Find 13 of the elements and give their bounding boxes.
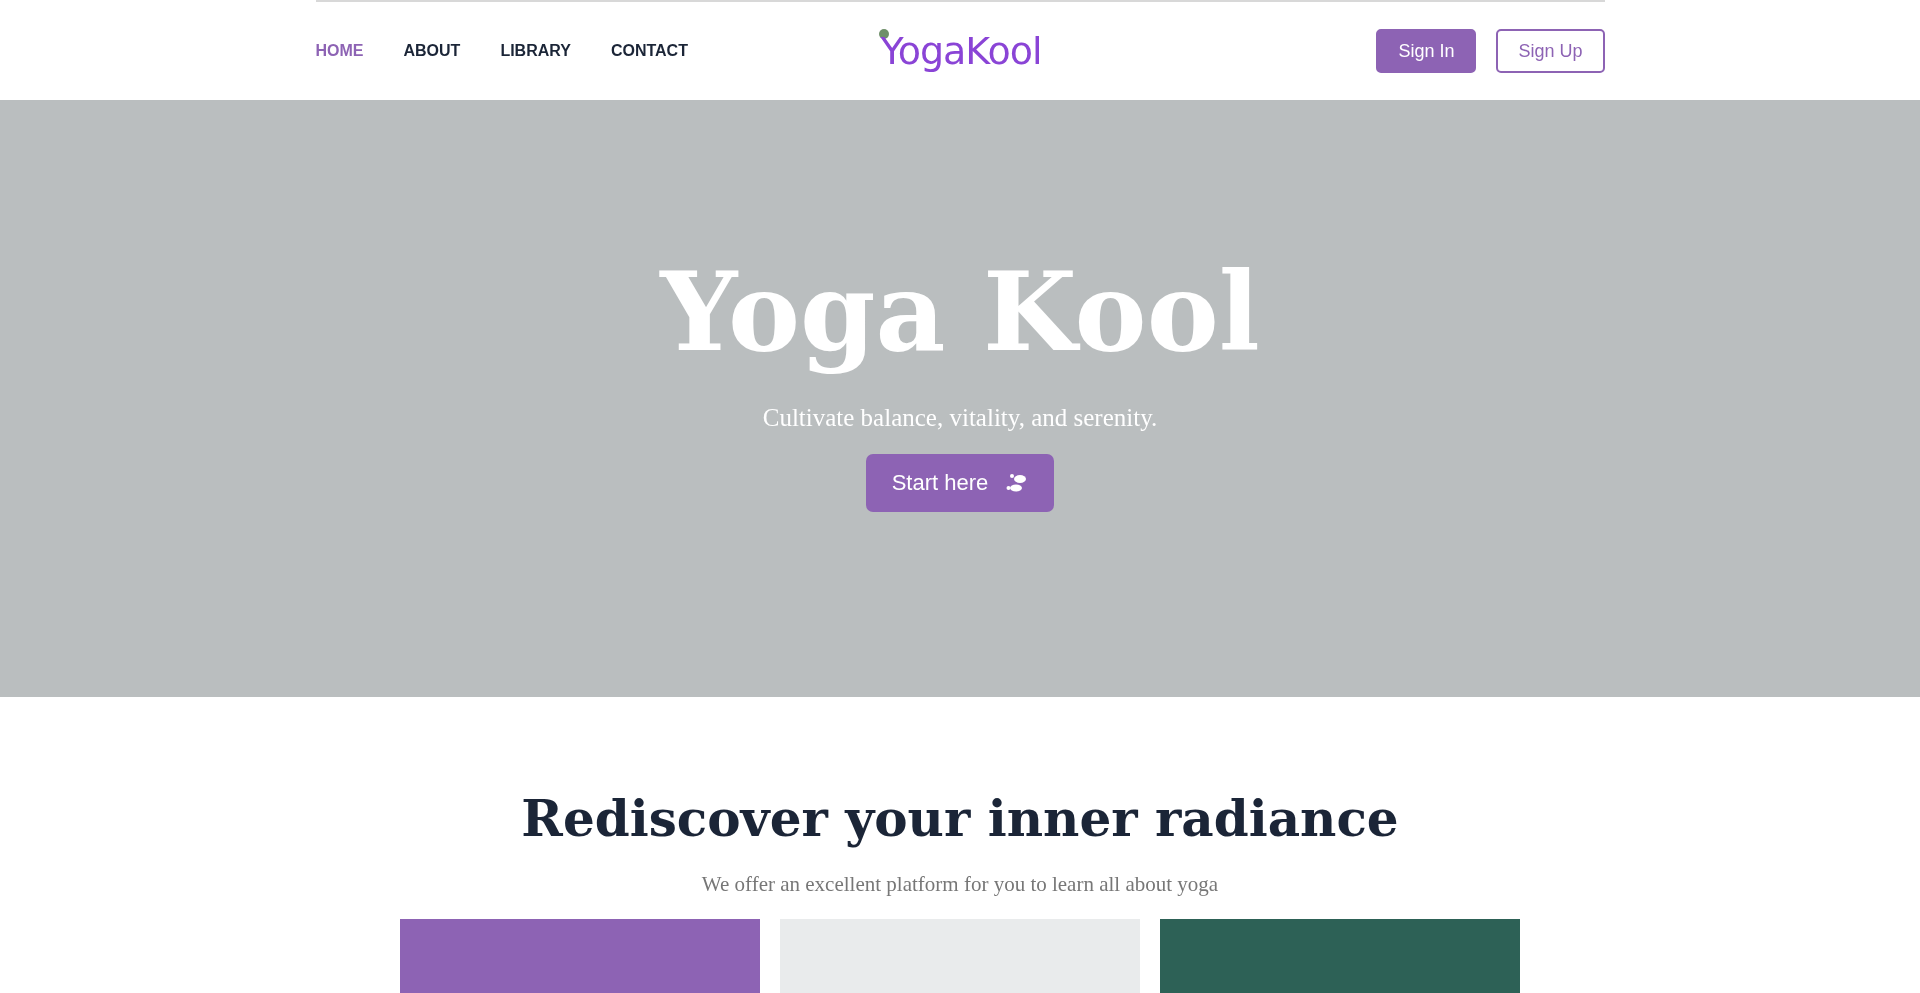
footprints-icon — [1006, 472, 1029, 493]
hero-title: Yoga Kool — [660, 248, 1260, 377]
sign-up-button[interactable]: Sign Up — [1496, 29, 1605, 73]
sign-in-button[interactable]: Sign In — [1376, 29, 1477, 73]
nav-link[interactable]: HOME — [315, 42, 364, 60]
logo[interactable]: YogaKool — [880, 29, 1042, 73]
section-text: We offer an excellent platform for you to learn all about yoga — [701, 872, 1219, 897]
start-button[interactable]: Start here — [865, 453, 1055, 512]
nav-link[interactable]: LIBRARY — [500, 42, 571, 60]
nav-link[interactable]: CONTACT — [610, 42, 688, 60]
hero-subtitle: Cultivate balance, vitality, and serenity. — [762, 403, 1158, 432]
section-heading: Rediscover your inner radiance — [521, 789, 1399, 848]
nav-link[interactable]: ABOUT — [403, 42, 461, 60]
